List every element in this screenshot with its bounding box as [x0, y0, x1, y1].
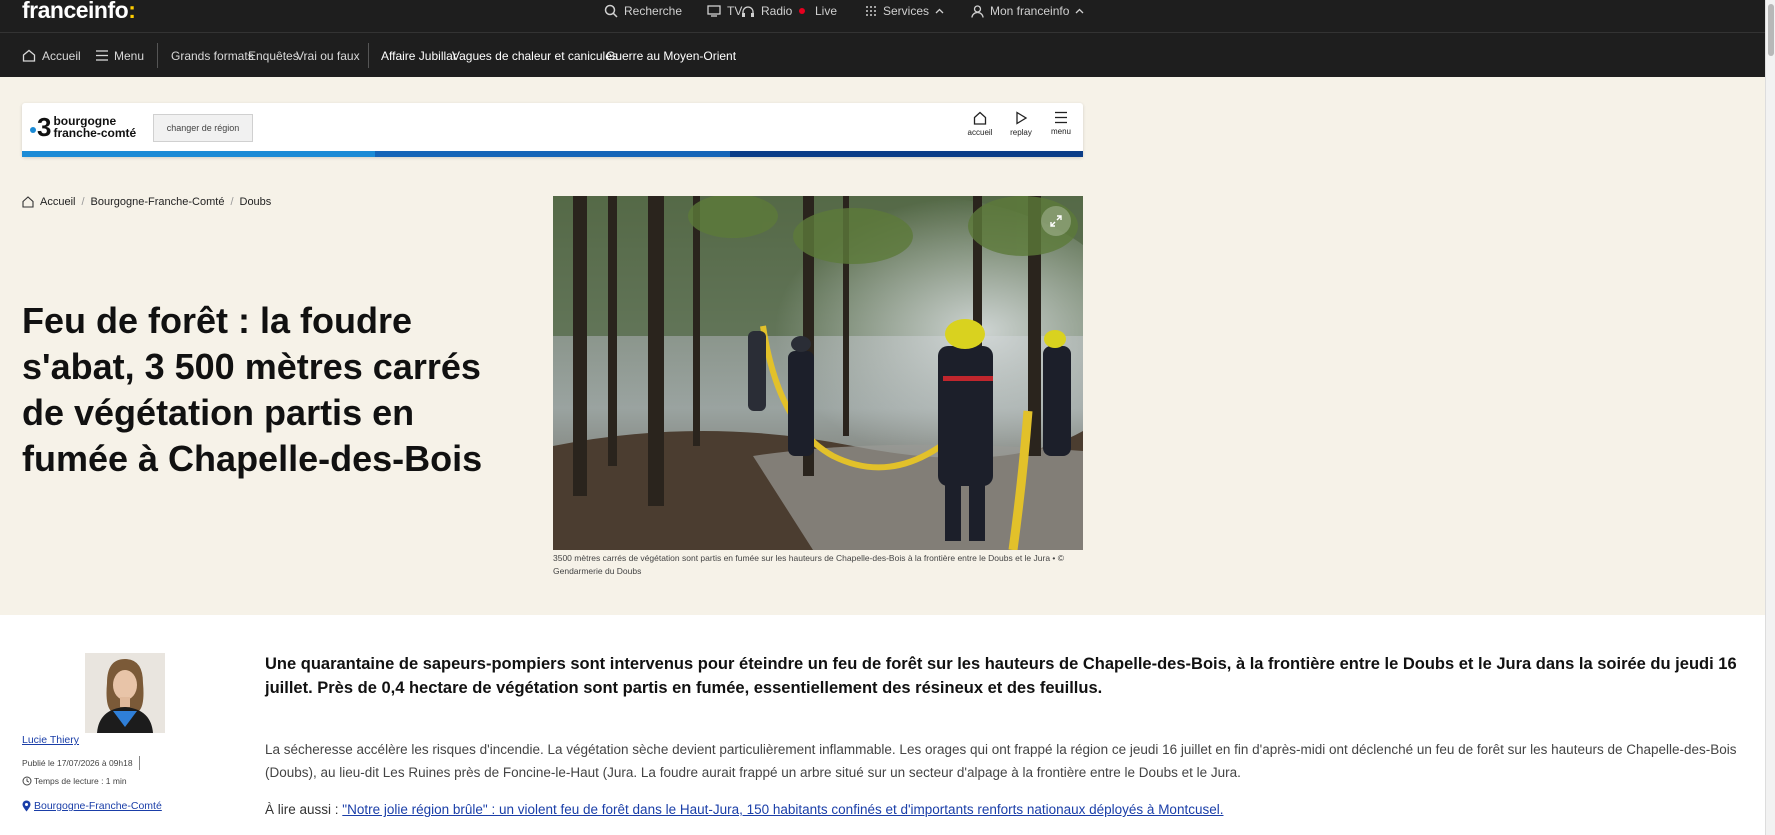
expand-image-button[interactable]: [1041, 206, 1071, 236]
search-label: Recherche: [624, 4, 683, 18]
reading-time: Temps de lecture : 1 min: [22, 776, 127, 786]
change-region-button[interactable]: changer de région: [153, 114, 253, 142]
author-name-link[interactable]: Lucie Thiery: [22, 734, 79, 746]
nav-section-enquetes[interactable]: Enquêtes: [248, 33, 299, 78]
region-tag-link[interactable]: Bourgogne-Franche-Comté: [22, 800, 162, 812]
read-also-link[interactable]: "Notre jolie région brûle" : un violent …: [342, 802, 1223, 817]
publication-date: Publié le 17/07/2026 à 09h18: [22, 756, 140, 770]
nav-section-grands-formats[interactable]: Grands formats: [171, 33, 254, 78]
location-pin-icon: [22, 800, 31, 812]
top-bar: franceinfo: Recherche TV Radio Live Serv…: [0, 0, 1765, 32]
home-icon: [22, 49, 36, 62]
home-icon: [973, 111, 987, 125]
live-button[interactable]: Live: [799, 0, 837, 22]
article-hero: 3 bourgogne franche-comté changer de rég…: [0, 77, 1765, 615]
tv-button[interactable]: TV: [707, 0, 742, 22]
article-title: Feu de forêt : la foudre s'abat, 3 500 m…: [22, 300, 483, 479]
nav-home-link[interactable]: Accueil: [22, 33, 81, 78]
account-button[interactable]: Mon franceinfo: [971, 0, 1084, 22]
services-label: Services: [883, 4, 930, 18]
search-icon: [604, 4, 618, 18]
live-dot-icon: [799, 8, 805, 14]
services-button[interactable]: Services: [865, 0, 944, 22]
grid-icon: [866, 6, 876, 16]
clock-icon: [22, 776, 32, 786]
page-scrollbar[interactable]: [1765, 0, 1775, 835]
tv-icon: [707, 5, 721, 17]
breadcrumb-separator: /: [230, 196, 234, 208]
image-caption: 3500 mètres carrés de végétation sont pa…: [553, 553, 1065, 576]
author-portrait: [85, 653, 165, 733]
author-avatar[interactable]: [85, 653, 165, 733]
hamburger-icon: [96, 50, 108, 61]
breadcrumb-department[interactable]: Doubs: [240, 196, 272, 208]
chevron-up-icon: [935, 8, 944, 14]
forest-fire-photo: [553, 196, 1083, 550]
hamburger-icon: [1055, 111, 1067, 124]
article-main-image[interactable]: [553, 196, 1083, 550]
nav-hot-moyen-orient[interactable]: Guerre au Moyen-Orient: [606, 33, 736, 78]
region-menu-label: menu: [1050, 127, 1071, 136]
nav-divider: [368, 43, 369, 68]
region-replay-label: replay: [1010, 128, 1032, 137]
article-paragraph: La sécheresse accélère les risques d'inc…: [265, 742, 1737, 780]
home-icon: [22, 196, 34, 208]
nav-menu-button[interactable]: Menu: [96, 33, 144, 78]
play-icon: [1016, 111, 1028, 125]
meta-divider: [138, 756, 140, 770]
search-button[interactable]: Recherche: [604, 0, 682, 22]
nav-hot-affaire-jubillar[interactable]: Affaire Jubillar: [381, 33, 457, 78]
read-also-label: À lire aussi :: [265, 802, 339, 817]
user-icon: [971, 4, 984, 18]
nav-hot-canicules[interactable]: Vagues de chaleur et canicules: [452, 33, 618, 78]
france3-region-logo[interactable]: 3 bourgogne franche-comté: [30, 114, 136, 140]
nav-divider: [157, 43, 158, 68]
nav-menu-label: Menu: [114, 48, 145, 63]
nav-home-label: Accueil: [42, 48, 81, 63]
region-home-label: accueil: [967, 128, 993, 137]
breadcrumb-home[interactable]: Accueil: [40, 196, 75, 208]
france3-dot-icon: [30, 127, 36, 133]
region-menu-button[interactable]: menu: [1044, 111, 1078, 147]
radio-button[interactable]: Radio: [741, 0, 792, 22]
franceinfo-logo[interactable]: franceinfo:: [22, 0, 136, 24]
radio-label: Radio: [761, 4, 793, 18]
account-label: Mon franceinfo: [990, 4, 1070, 18]
article-lead: Une quarantaine de sapeurs-pompiers sont…: [265, 655, 1737, 697]
breadcrumb-region[interactable]: Bourgogne-Franche-Comté: [91, 196, 225, 208]
live-label: Live: [815, 4, 838, 18]
region-name: bourgogne franche-comté: [53, 114, 137, 140]
expand-icon: [1050, 215, 1062, 227]
region-color-bar: [22, 151, 1083, 157]
breadcrumb: Accueil / Bourgogne-Franche-Comté / Doub…: [22, 196, 271, 208]
scrollbar-thumb[interactable]: [1768, 4, 1774, 56]
nav-section-vrai-ou-faux[interactable]: Vrai ou faux: [296, 33, 360, 78]
section-nav: Accueil Menu Grands formats Enquêtes Vra…: [0, 32, 1765, 77]
read-also: À lire aussi : "Notre jolie région brûle…: [265, 802, 1765, 817]
region-replay-button[interactable]: replay: [1004, 111, 1038, 147]
region-header: 3 bourgogne franche-comté changer de rég…: [22, 103, 1083, 157]
breadcrumb-separator: /: [81, 196, 85, 208]
france3-number: 3: [37, 112, 52, 142]
chevron-up-icon: [1075, 8, 1084, 14]
region-home-button[interactable]: accueil: [963, 111, 997, 147]
headphones-icon: [742, 5, 754, 17]
